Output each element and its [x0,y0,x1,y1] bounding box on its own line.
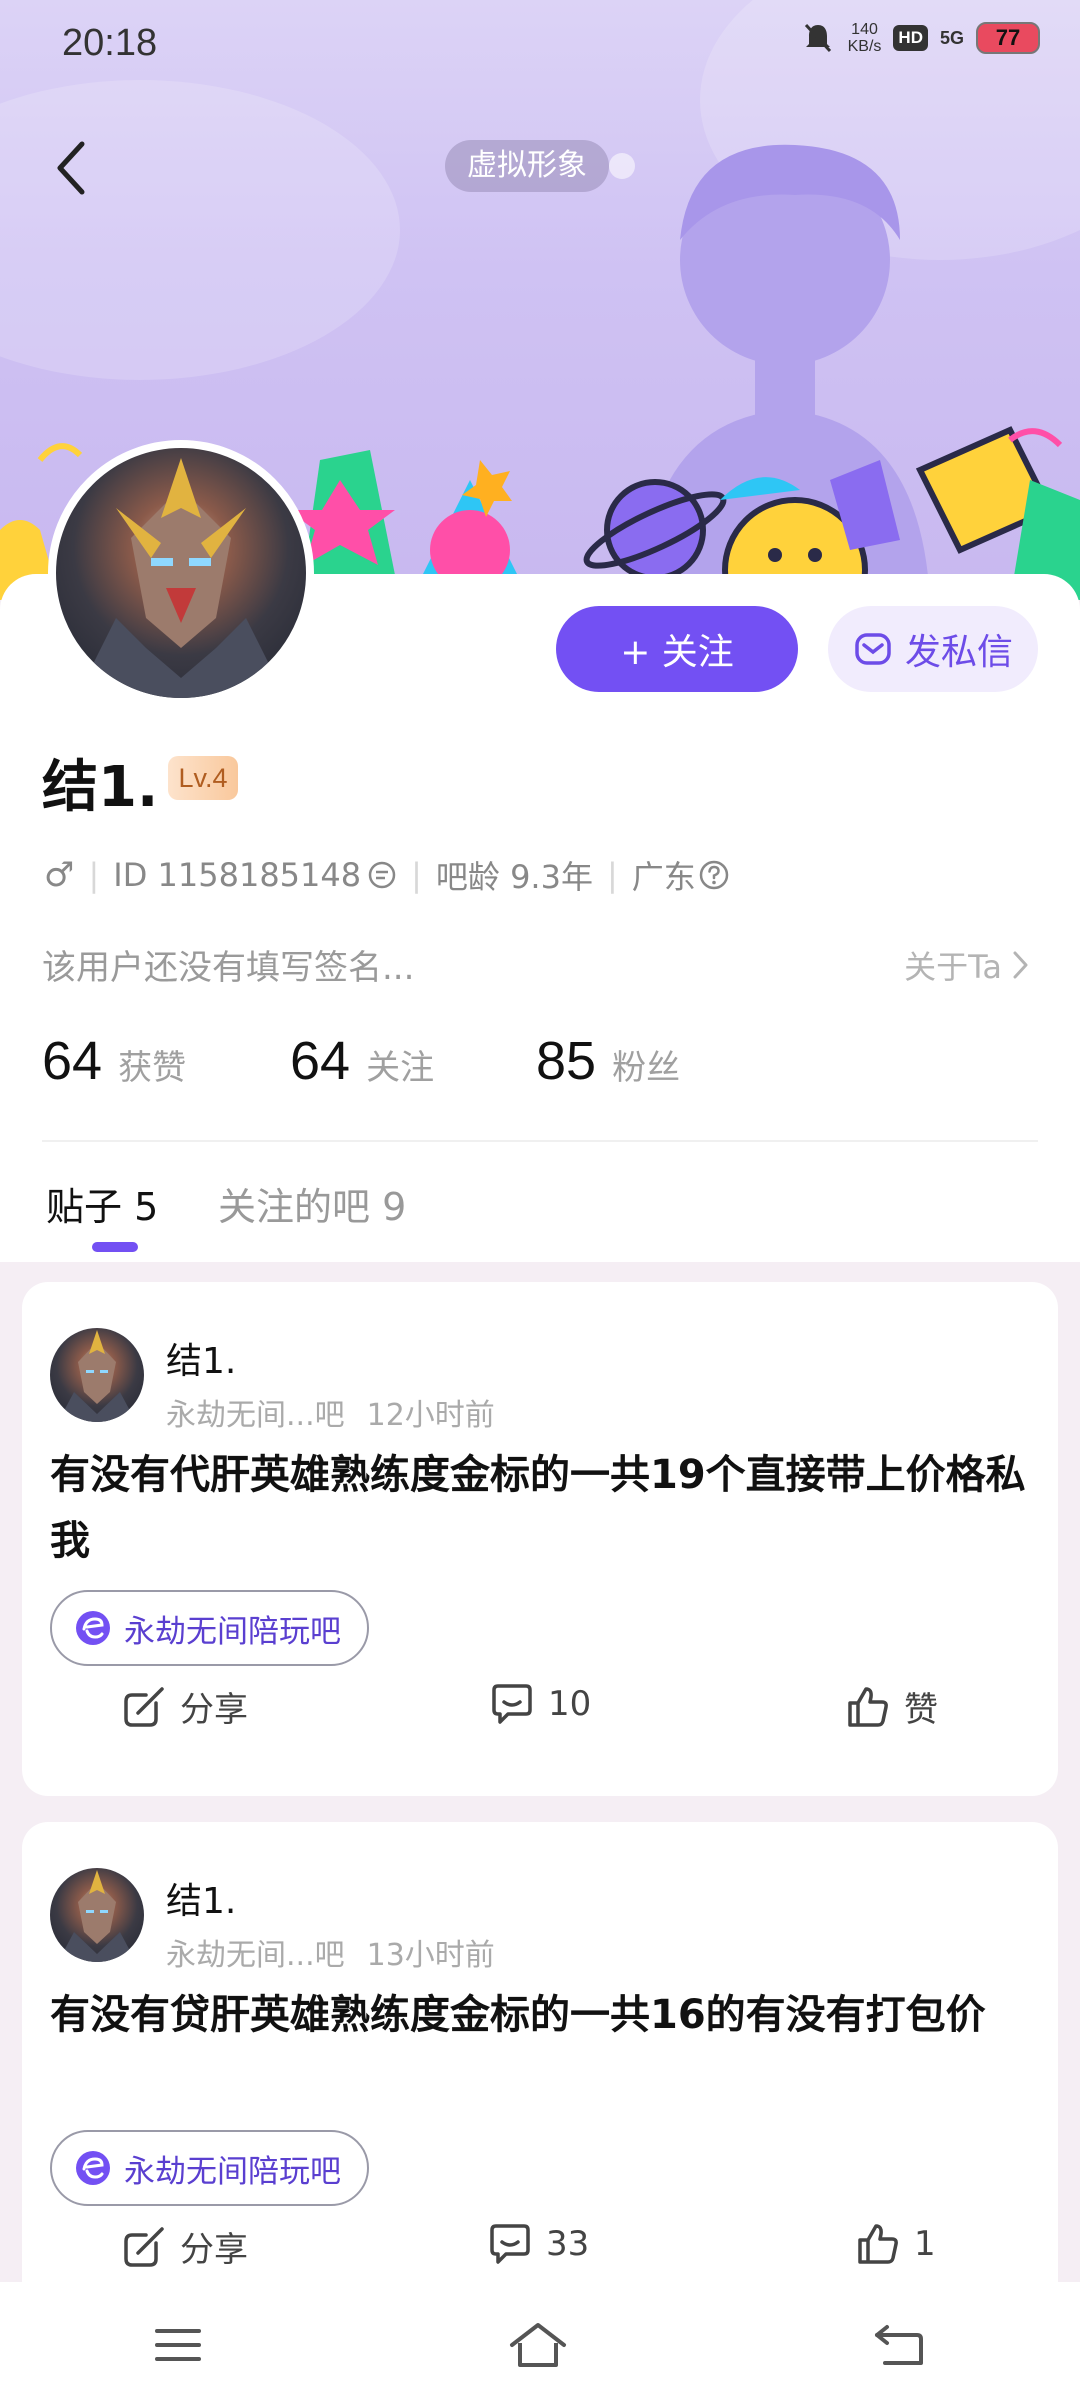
bell-muted-icon [804,23,831,53]
net-speed: 140 KB/s [848,21,882,55]
meta-divider: | [606,856,618,894]
status-time: 20:18 [62,22,158,64]
stat-number: 85 [536,1031,597,1091]
post-card[interactable]: 结1. 永劫无间...吧 13小时前 有没有贷肝英雄熟练度金标的一共16的有没有… [22,1822,1058,2342]
chevron-right-icon [1013,951,1028,979]
post-actions: 分享 10 赞 [22,1682,1058,1762]
thumbs-up-icon [848,1686,888,1727]
forum-tag-label: 永劫无间陪玩吧 [124,2153,341,2190]
mail-icon [855,633,891,665]
comment-button[interactable]: 10 [490,1682,591,1726]
forum-logo-icon [76,1611,110,1645]
comment-icon [492,1684,532,1724]
back-nav-icon[interactable] [873,2323,927,2367]
gender-icon: ♂ [44,855,75,895]
about-label: 关于Ta [904,948,1002,986]
post-title[interactable]: 有没有代肝英雄熟练度金标的一共19个直接带上价格私我 [50,1442,1040,1574]
stat-label: 粉丝 [612,1048,681,1088]
user-avatar[interactable] [48,440,314,706]
comment-button[interactable]: 33 [488,2222,589,2266]
share-button[interactable]: 分享 [122,2222,248,2271]
comment-count: 10 [548,1684,592,1724]
mech-portrait-image [58,1330,136,1422]
like-button[interactable]: 赞 [846,1682,938,1731]
post-author-avatar[interactable] [50,1868,144,1962]
comment-icon [490,2224,530,2264]
about-link[interactable]: 关于Ta [904,942,1030,988]
tab-indicator [92,1242,138,1252]
private-message-label: 发私信 [904,632,1013,673]
net-speed-unit: KB/s [847,38,882,55]
net-speed-value: 140 [851,21,878,38]
post-author-name[interactable]: 结1. [166,1872,236,1924]
section-divider [42,1140,1038,1142]
share-label: 分享 [180,1690,248,1730]
stat-label: 获赞 [118,1048,187,1088]
virtual-avatar-tag[interactable]: 虚拟形象 [445,140,609,192]
hd-icon: HD [893,25,928,51]
like-button[interactable]: 1 [856,2222,936,2266]
comment-count: 33 [546,2224,590,2264]
level-badge[interactable]: Lv.4 [168,756,238,800]
forum-tag-label: 永劫无间陪玩吧 [124,1613,341,1650]
copy-id-icon[interactable] [367,860,397,890]
home-icon[interactable] [508,2321,568,2369]
back-arrow-icon[interactable] [50,138,94,198]
mech-portrait-image [58,1870,136,1962]
stat-number: 64 [290,1031,351,1091]
signal-icon: 5G [939,27,964,48]
user-id: ID 1158185148 [113,856,362,894]
forum-age: 吧龄 9.3年 [435,858,593,896]
profile-meta: ♂ | ID 1158185148 | 吧龄 9.3年 | 广东 [44,852,730,898]
meta-divider: | [88,856,100,894]
post-info: 永劫无间...吧 13小时前 [166,1930,495,1974]
status-icons: 140 KB/s HD 5G 77 [800,20,1040,56]
menu-icon[interactable] [153,2325,203,2365]
location: 广东 [631,858,696,896]
tab-posts[interactable]: 贴子 5 [46,1176,158,1231]
help-icon[interactable] [698,859,730,891]
share-button[interactable]: 分享 [122,1682,248,1731]
stat-likes: 64 获赞 [42,1030,186,1092]
share-icon [124,2226,164,2267]
forum-tag[interactable]: 永劫无间陪玩吧 [50,1590,369,1666]
battery-icon: 77 [976,22,1040,54]
post-time: 13小时前 [366,1938,495,1973]
tab-followed-forums[interactable]: 关注的吧 9 [218,1176,406,1231]
post-title[interactable]: 有没有贷肝英雄熟练度金标的一共16的有没有打包价 [50,1982,1040,2048]
stat-number: 64 [42,1031,103,1091]
post-author-avatar[interactable] [50,1328,144,1422]
username: 结1. [42,755,159,820]
private-message-button[interactable]: 发私信 [828,606,1038,692]
like-count: 1 [914,2224,936,2264]
stat-following[interactable]: 64 关注 [290,1030,434,1092]
stat-fans[interactable]: 85 粉丝 [536,1030,680,1092]
system-nav-bar [0,2282,1080,2408]
share-label: 分享 [180,2230,248,2270]
follow-button[interactable]: + 关注 [556,606,798,692]
share-icon [124,1686,164,1727]
post-card[interactable]: 结1. 永劫无间...吧 12小时前 有没有代肝英雄熟练度金标的一共19个直接带… [22,1282,1058,1796]
virtual-avatar-indicator [609,153,635,179]
post-forum-name[interactable]: 永劫无间...吧 [166,1930,345,1974]
banner-swirl [0,80,400,380]
thumbs-up-icon [858,2224,898,2264]
post-forum-name[interactable]: 永劫无间...吧 [166,1390,345,1434]
mech-portrait-image [76,458,286,698]
stat-label: 关注 [366,1048,435,1088]
meta-divider: | [411,856,422,894]
forum-logo-icon [76,2151,110,2185]
forum-tag[interactable]: 永劫无间陪玩吧 [50,2130,369,2206]
post-info: 永劫无间...吧 12小时前 [166,1390,495,1434]
post-author-name[interactable]: 结1. [166,1332,236,1384]
post-time: 12小时前 [366,1398,495,1433]
like-label: 赞 [904,1690,938,1730]
follow-button-label: + 关注 [620,632,734,673]
user-signature: 该用户还没有填写签名... [42,948,415,988]
